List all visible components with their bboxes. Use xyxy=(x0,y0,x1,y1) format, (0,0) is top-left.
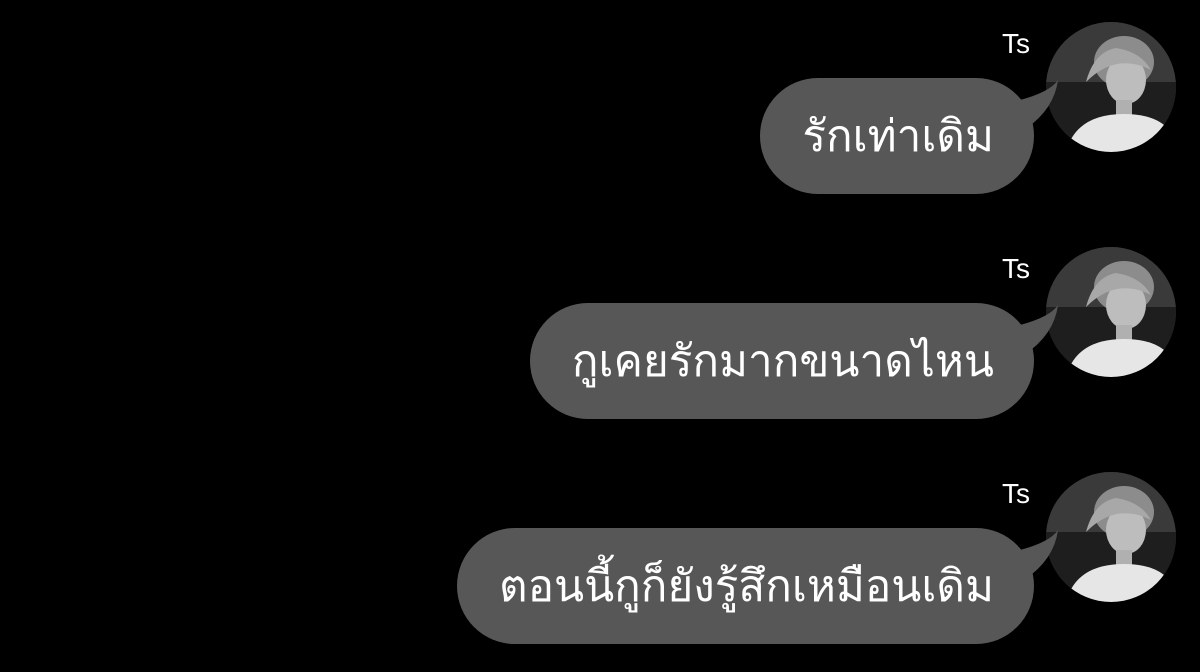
sender-name: Ts xyxy=(1002,28,1030,59)
avatar-photo-icon xyxy=(1046,472,1176,602)
message-text: ตอนนี้กูก็ยังรู้สึกเหมือนเดิม xyxy=(457,528,1034,644)
sender-name: Ts xyxy=(1002,253,1030,284)
message-bubble[interactable]: กูเคยรักมากขนาดไหน xyxy=(529,303,1058,419)
message-bubble[interactable]: ตอนนี้กูก็ยังรู้สึกเหมือนเดิม xyxy=(457,528,1058,644)
bubble-tail-icon xyxy=(1020,305,1058,355)
avatar[interactable] xyxy=(1046,472,1176,602)
sender-name: Ts xyxy=(1002,478,1030,509)
avatar-photo-icon xyxy=(1046,247,1176,377)
chat-thread: Ts รักเท่าเดิม Ts กูเคยรักมากขนาดไหน Ts … xyxy=(0,0,1200,672)
message-bubble[interactable]: รักเท่าเดิม xyxy=(760,78,1058,194)
message-text: กูเคยรักมากขนาดไหน xyxy=(529,303,1034,419)
avatar[interactable] xyxy=(1046,247,1176,377)
message-row: Ts ตอนนี้กูก็ยังรู้สึกเหมือนเดิม xyxy=(0,472,1200,672)
bubble-tail-icon xyxy=(1020,530,1058,580)
message-text: รักเท่าเดิม xyxy=(760,78,1034,194)
bubble-tail-icon xyxy=(1020,80,1058,130)
avatar[interactable] xyxy=(1046,22,1176,152)
avatar-photo-icon xyxy=(1046,22,1176,152)
message-row: Ts กูเคยรักมากขนาดไหน xyxy=(0,247,1200,447)
message-row: Ts รักเท่าเดิม xyxy=(0,22,1200,222)
